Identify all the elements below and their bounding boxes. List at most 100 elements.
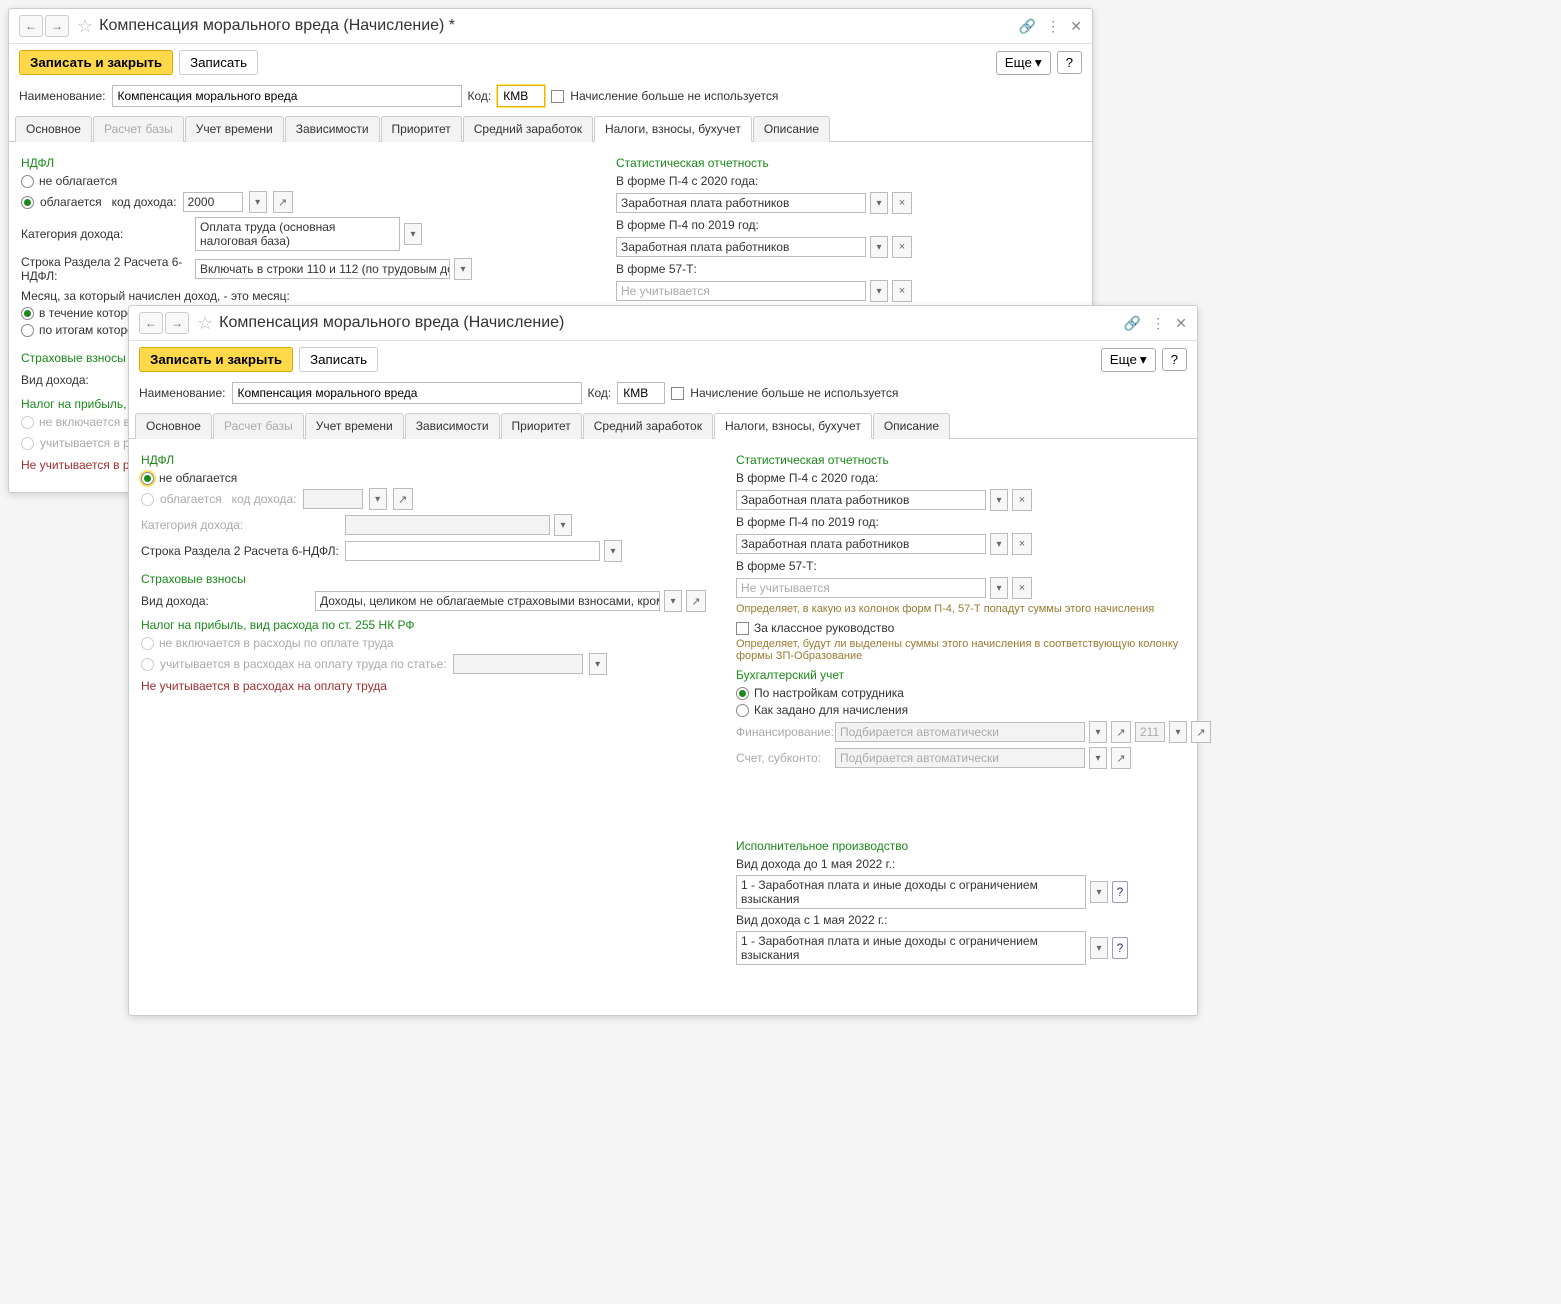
acc-radio-1[interactable]	[736, 687, 749, 700]
help-button[interactable]: ?	[1162, 348, 1187, 371]
open-icon: ↗	[1111, 747, 1131, 769]
tab-main[interactable]: Основное	[135, 413, 212, 439]
favorite-star-icon[interactable]: ☆	[197, 313, 213, 334]
month-radio-after[interactable]	[21, 324, 34, 337]
clear-icon[interactable]: ×	[1012, 533, 1032, 555]
tab-base[interactable]: Расчет базы	[93, 116, 184, 142]
tab-priority[interactable]: Приоритет	[501, 413, 582, 439]
dropdown-icon: ▾	[1089, 747, 1107, 769]
acc-radio-2[interactable]	[736, 704, 749, 717]
nav-forward-button[interactable]: →	[165, 312, 189, 334]
f57-select[interactable]: Не учитывается	[616, 281, 866, 301]
line-label: Строка Раздела 2 Расчета 6-НДФЛ:	[141, 544, 341, 558]
profit-radio-1	[21, 416, 34, 429]
link-icon[interactable]: 🔗	[1124, 315, 1141, 332]
kind-select[interactable]: Доходы, целиком не облагаемые страховыми…	[315, 591, 660, 611]
f57-select[interactable]: Не учитывается	[736, 578, 986, 598]
code-input[interactable]	[497, 85, 545, 107]
dropdown-icon[interactable]: ▾	[990, 533, 1008, 555]
dropdown-icon[interactable]: ▾	[990, 577, 1008, 599]
class-checkbox[interactable]	[736, 622, 749, 635]
tab-taxes[interactable]: Налоги, взносы, бухучет	[714, 413, 872, 439]
clear-icon[interactable]: ×	[892, 192, 912, 214]
name-input[interactable]	[112, 85, 462, 107]
more-button[interactable]: Еще▾	[1101, 348, 1156, 372]
dropdown-icon[interactable]: ▾	[454, 258, 472, 280]
dropdown-icon[interactable]: ▾	[404, 223, 422, 245]
ndfl-radio-notax[interactable]	[141, 472, 154, 485]
line-select[interactable]	[345, 541, 600, 561]
save-close-button[interactable]: Записать и закрыть	[19, 50, 173, 75]
p4-2019-select[interactable]: Заработная плата работников	[736, 534, 986, 554]
p4-2019-select[interactable]: Заработная плата работников	[616, 237, 866, 257]
unused-checkbox[interactable]	[671, 387, 684, 400]
unused-checkbox[interactable]	[551, 90, 564, 103]
nav-back-button[interactable]: ←	[19, 15, 43, 37]
p4-2020-select[interactable]: Заработная плата работников	[736, 490, 986, 510]
cat-select[interactable]: Оплата труда (основная налоговая база)	[195, 217, 400, 251]
line-select[interactable]: Включать в строки 110 и 112 (по трудовым…	[195, 259, 450, 279]
tab-deps[interactable]: Зависимости	[285, 116, 380, 142]
clear-icon[interactable]: ×	[892, 236, 912, 258]
link-icon[interactable]: 🔗	[1019, 18, 1036, 35]
dropdown-icon[interactable]: ▾	[870, 280, 888, 302]
clear-icon[interactable]: ×	[1012, 489, 1032, 511]
nav-back-button[interactable]: ←	[139, 312, 163, 334]
dropdown-icon[interactable]: ▾	[1090, 937, 1108, 959]
dropdown-icon[interactable]: ▾	[664, 590, 682, 612]
tab-priority[interactable]: Приоритет	[381, 116, 462, 142]
save-button[interactable]: Записать	[299, 347, 378, 372]
clear-icon[interactable]: ×	[1012, 577, 1032, 599]
tab-desc[interactable]: Описание	[753, 116, 830, 142]
nav-forward-button[interactable]: →	[45, 15, 69, 37]
ndfl-notax-label: не облагается	[39, 174, 117, 188]
tab-main[interactable]: Основное	[15, 116, 92, 142]
tab-desc[interactable]: Описание	[873, 413, 950, 439]
income-code-input[interactable]: 2000	[183, 192, 243, 212]
more-vert-icon[interactable]: ⋮	[1151, 315, 1165, 332]
save-button[interactable]: Записать	[179, 50, 258, 75]
close-icon[interactable]: ✕	[1175, 315, 1187, 332]
exec-after-select[interactable]: 1 - Заработная плата и иные доходы с огр…	[736, 931, 1086, 965]
stat-hint2: Определяет, будут ли выделены суммы этог…	[736, 638, 1211, 662]
ndfl-radio-tax[interactable]	[21, 196, 34, 209]
acc-opt2-label: Как задано для начисления	[754, 703, 908, 717]
favorite-star-icon[interactable]: ☆	[77, 16, 93, 37]
exec-after-label: Вид дохода с 1 мая 2022 г.:	[736, 913, 1211, 927]
tab-taxes[interactable]: Налоги, взносы, бухучет	[594, 116, 752, 142]
dropdown-icon[interactable]: ▾	[870, 236, 888, 258]
name-input[interactable]	[232, 382, 582, 404]
more-button[interactable]: Еще▾	[996, 51, 1051, 75]
tab-avg[interactable]: Средний заработок	[463, 116, 593, 142]
dropdown-icon[interactable]: ▾	[249, 191, 267, 213]
help-button[interactable]: ?	[1057, 51, 1082, 74]
close-icon[interactable]: ✕	[1070, 18, 1082, 35]
exec-title: Исполнительное производство	[736, 839, 1211, 853]
dropdown-icon[interactable]: ▾	[604, 540, 622, 562]
tab-time[interactable]: Учет времени	[305, 413, 404, 439]
open-icon: ↗	[393, 488, 413, 510]
profit-radio-1	[141, 637, 154, 650]
tab-avg[interactable]: Средний заработок	[583, 413, 713, 439]
exec-before-select[interactable]: 1 - Заработная плата и иные доходы с огр…	[736, 875, 1086, 909]
help-icon[interactable]: ?	[1112, 881, 1128, 903]
tab-base[interactable]: Расчет базы	[213, 413, 304, 439]
left-column: НДФЛ не облагается облагается код дохода…	[141, 447, 706, 999]
save-close-button[interactable]: Записать и закрыть	[139, 347, 293, 372]
open-icon[interactable]: ↗	[273, 191, 293, 213]
ndfl-radio-tax[interactable]	[141, 493, 154, 506]
clear-icon[interactable]: ×	[892, 280, 912, 302]
help-icon[interactable]: ?	[1112, 937, 1128, 959]
tab-deps[interactable]: Зависимости	[405, 413, 500, 439]
code-label: Код:	[588, 386, 612, 400]
code-input[interactable]	[617, 382, 665, 404]
open-icon[interactable]: ↗	[686, 590, 706, 612]
dropdown-icon[interactable]: ▾	[990, 489, 1008, 511]
tab-time[interactable]: Учет времени	[185, 116, 284, 142]
dropdown-icon[interactable]: ▾	[1090, 881, 1108, 903]
month-radio-during[interactable]	[21, 307, 34, 320]
ndfl-radio-notax[interactable]	[21, 175, 34, 188]
p4-2020-select[interactable]: Заработная плата работников	[616, 193, 866, 213]
more-vert-icon[interactable]: ⋮	[1046, 18, 1060, 35]
dropdown-icon[interactable]: ▾	[870, 192, 888, 214]
